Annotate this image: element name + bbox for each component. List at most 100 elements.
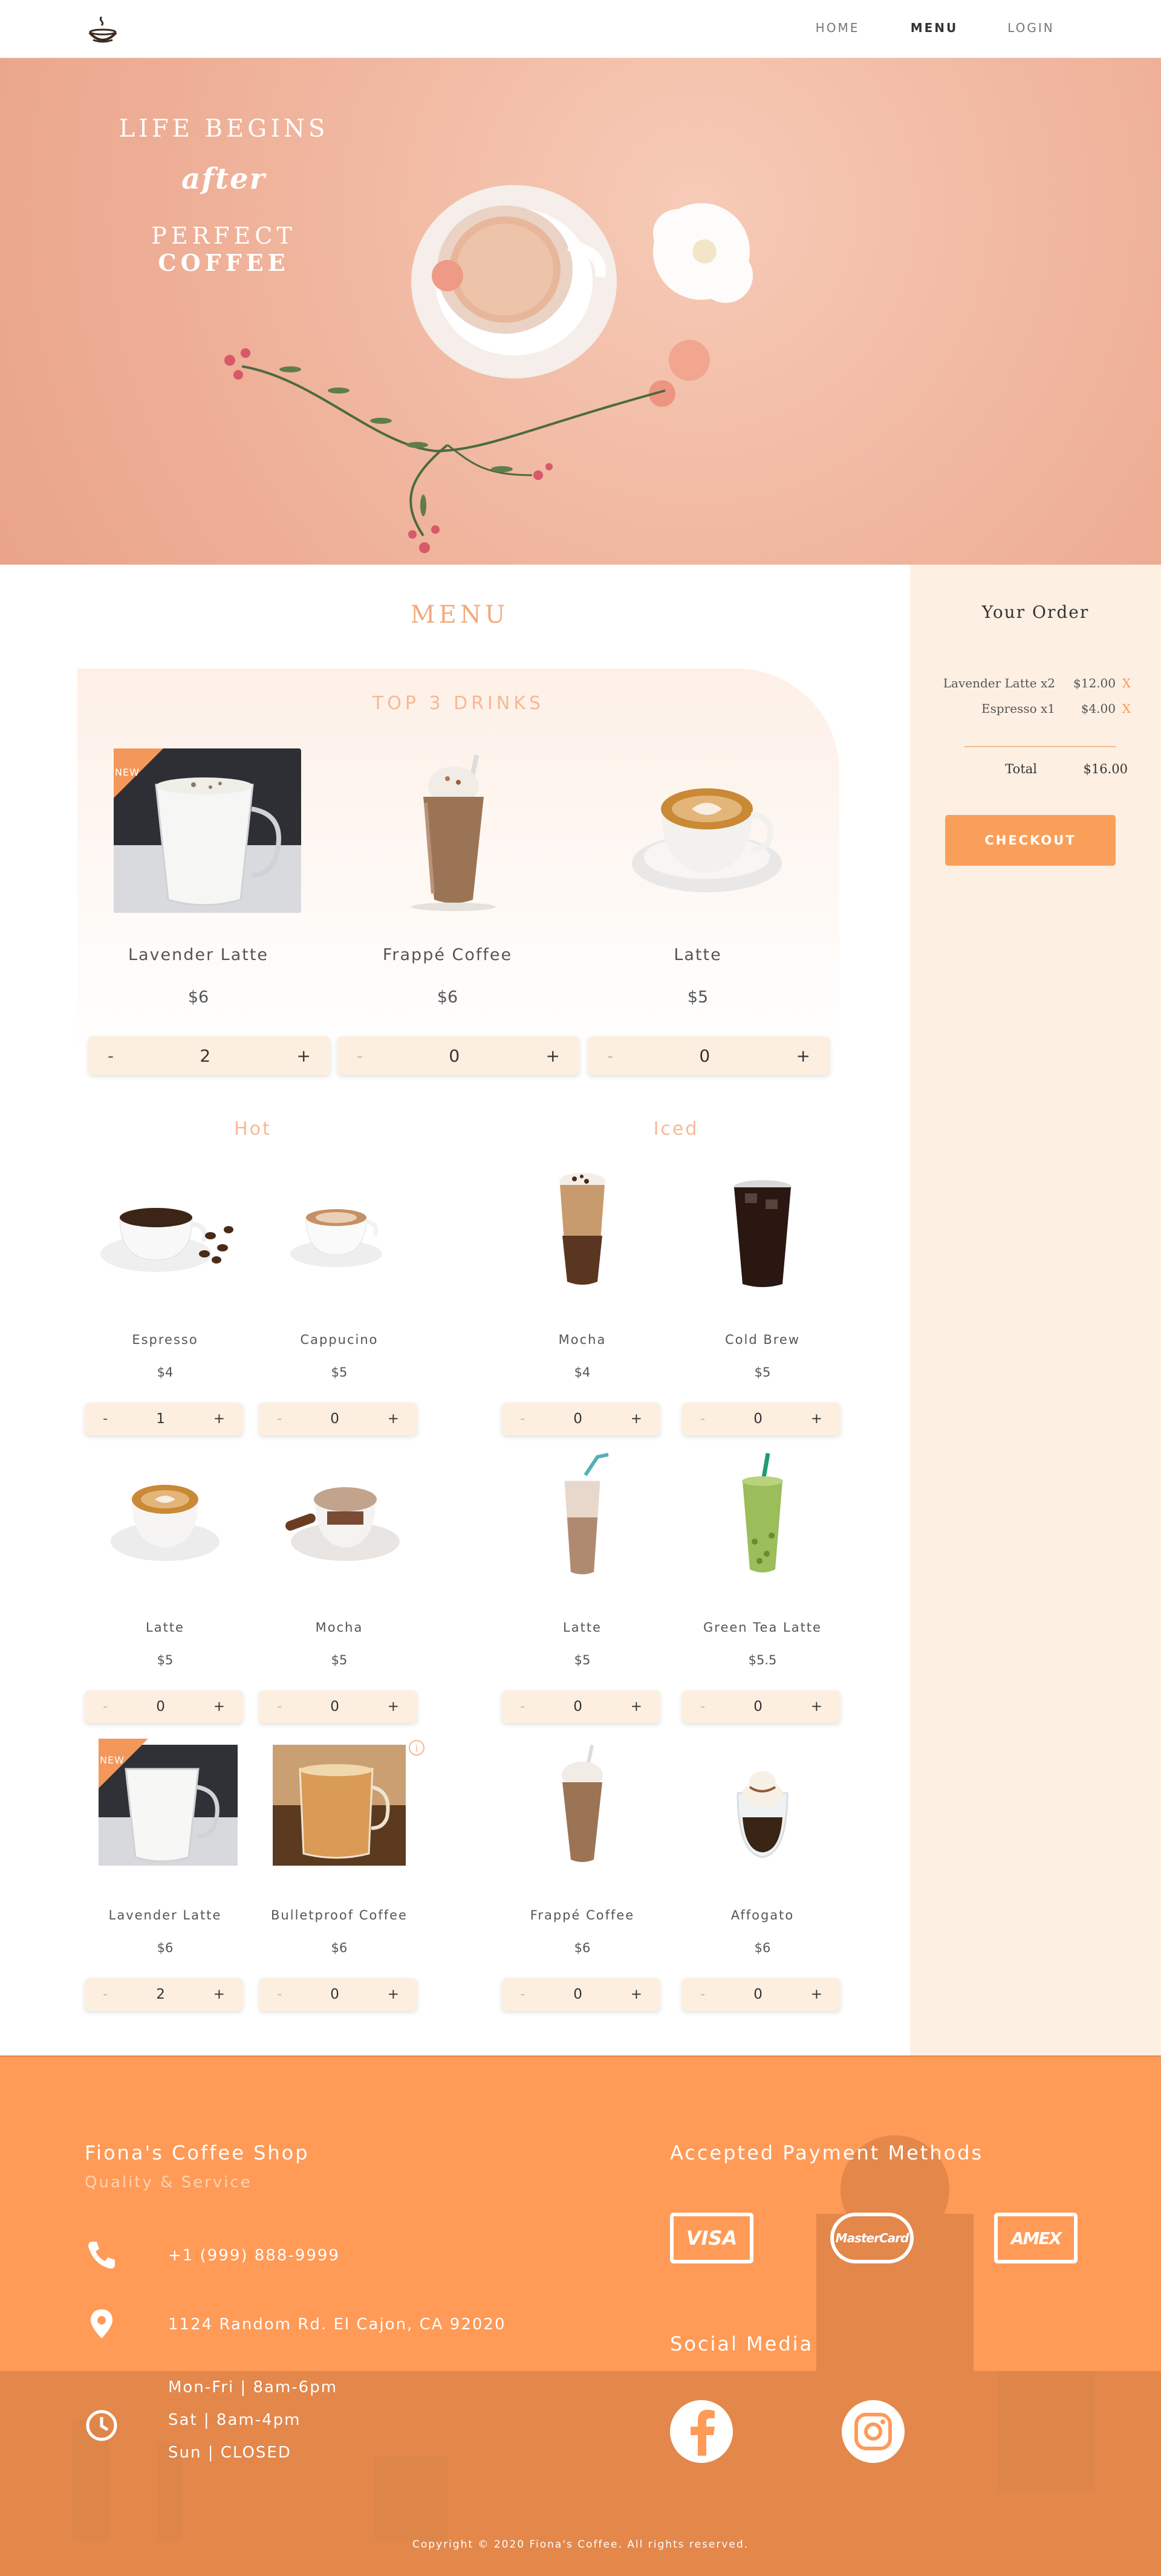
menu-item-price: $5 (754, 1365, 771, 1380)
menu-item-name: Mocha (558, 1332, 607, 1347)
menu-item-name: Affogato (730, 1908, 795, 1922)
menu-item-name: Latte (146, 1620, 184, 1635)
increment-button[interactable]: + (796, 1046, 810, 1066)
increment-button[interactable]: + (811, 1987, 822, 2002)
latte-image[interactable] (613, 748, 801, 913)
copyright-text: Copyright © 2020 Fiona's Coffee. All rig… (412, 2539, 749, 2551)
iced-mocha-image[interactable] (507, 1163, 658, 1302)
frappe-coffee-image[interactable] (507, 1739, 658, 1878)
menu-section: MENU TOP 3 DRINKS NEW Lavender Latte $6 … (0, 565, 910, 2055)
order-total-value: $16.00 (1083, 762, 1128, 776)
nav-home-link[interactable]: HOME (789, 21, 886, 35)
increment-button[interactable]: + (811, 1699, 822, 1715)
menu-item-iced-frappe-coffee: Frappé Coffee $6 - 0 + (501, 1739, 670, 2011)
decrement-button[interactable]: - (700, 1699, 705, 1715)
decrement-button[interactable]: - (103, 1987, 108, 2002)
checkout-button[interactable]: CHECKOUT (945, 815, 1116, 866)
decrement-button[interactable]: - (520, 1411, 525, 1427)
increment-button[interactable]: + (811, 1411, 822, 1427)
new-badge-label: NEW (100, 1754, 125, 1766)
remove-item-button[interactable]: X (1116, 701, 1131, 716)
menu-item-name: Espresso (132, 1332, 198, 1347)
quantity-stepper: - 0 + (588, 1036, 830, 1075)
menu-item-price: $5 (574, 1653, 591, 1667)
menu-item-price: $6 (157, 1941, 174, 1955)
increment-button[interactable]: + (388, 1987, 399, 2002)
nav-login-link[interactable]: LOGIN (983, 21, 1079, 35)
menu-item-name: Frappé Coffee (530, 1908, 635, 1922)
decrement-button[interactable]: - (700, 1411, 705, 1427)
quantity-value: 0 (330, 1987, 339, 2002)
facebook-icon[interactable] (670, 2400, 733, 2463)
increment-button[interactable]: + (631, 1987, 642, 2002)
latte-image[interactable] (89, 1451, 241, 1590)
affogato-image[interactable] (687, 1739, 838, 1878)
footer-address: 1124 Random Rd. El Cajon, CA 92020 (168, 2315, 506, 2334)
decrement-button[interactable]: - (357, 1046, 363, 1066)
footer-shop-name: Fiona's Coffee Shop (85, 2141, 310, 2164)
remove-item-button[interactable]: X (1116, 676, 1131, 690)
top3-title: TOP 3 DRINKS (372, 693, 545, 714)
order-total-row: Total $16.00 (934, 762, 1143, 776)
quantity-stepper: - 0 + (682, 1978, 841, 2011)
footer-phone[interactable]: +1 (999) 888-9999 (168, 2239, 340, 2272)
decrement-button[interactable]: - (277, 1987, 282, 2002)
menu-item-price: $6 (574, 1941, 591, 1955)
footer-hours-sunday: Sun | CLOSED (168, 2444, 291, 2462)
info-icon[interactable]: i (408, 1739, 426, 1757)
iced-latte-image[interactable] (507, 1451, 658, 1590)
frappe-coffee-image[interactable] (363, 748, 550, 913)
espresso-image[interactable] (89, 1163, 241, 1302)
mocha-image[interactable] (264, 1451, 415, 1590)
decrement-button[interactable]: - (108, 1046, 114, 1066)
decrement-button[interactable]: - (607, 1046, 613, 1066)
quantity-value: 0 (573, 1699, 582, 1715)
decrement-button[interactable]: - (520, 1699, 525, 1715)
decrement-button[interactable]: - (103, 1411, 108, 1427)
quantity-stepper: - 1 + (85, 1403, 243, 1435)
menu-title: MENU (410, 601, 509, 629)
order-line-item: Espresso x1 $4.00 X (934, 701, 1143, 716)
increment-button[interactable]: + (388, 1699, 399, 1715)
quantity-value: 0 (573, 1411, 582, 1427)
increment-button[interactable]: + (546, 1046, 560, 1066)
quantity-value: 0 (573, 1987, 582, 2002)
quantity-stepper: - 2 + (88, 1036, 330, 1075)
green-tea-latte-image[interactable] (687, 1451, 838, 1590)
menu-item-price: $4 (574, 1365, 591, 1380)
quantity-stepper: - 2 + (85, 1978, 243, 2011)
instagram-icon[interactable] (842, 2400, 905, 2463)
cold-brew-image[interactable] (687, 1163, 838, 1302)
decrement-button[interactable]: - (277, 1699, 282, 1715)
menu-item-iced-green-tea-latte: Green Tea Latte $5.5 - 0 + (681, 1451, 850, 1723)
quantity-stepper: - 0 + (682, 1403, 841, 1435)
increment-button[interactable]: + (213, 1411, 225, 1427)
decrement-button[interactable]: - (700, 1987, 705, 2002)
decrement-button[interactable]: - (277, 1411, 282, 1427)
menu-item-iced-latte: Latte $5 - 0 + (501, 1451, 670, 1723)
menu-item-hot-lavender-latte: NEW Lavender Latte $6 - 2 + (83, 1739, 253, 2011)
info-icon-glyph: i (415, 1742, 418, 1754)
increment-button[interactable]: + (213, 1987, 225, 2002)
cappucino-image[interactable] (264, 1163, 415, 1302)
menu-item-price: $5 (331, 1653, 348, 1667)
hero-banner: LIFE BEGINS after PERFECT COFFEE (0, 58, 1161, 565)
menu-item-name: Cappucino (300, 1332, 379, 1347)
quantity-stepper: - 0 + (259, 1978, 417, 2011)
increment-button[interactable]: + (631, 1699, 642, 1715)
nav-menu-link[interactable]: MENU (886, 21, 983, 35)
order-item-name: Lavender Latte x2 (943, 676, 1055, 690)
amex-icon: AMEX (994, 2213, 1078, 2263)
increment-button[interactable]: + (631, 1411, 642, 1427)
increment-button[interactable]: + (213, 1699, 225, 1715)
decrement-button[interactable]: - (103, 1699, 108, 1715)
quantity-stepper: - 0 + (259, 1403, 417, 1435)
footer-hours-weekday: Mon-Fri | 8am-6pm (168, 2378, 338, 2396)
increment-button[interactable]: + (388, 1411, 399, 1427)
clock-icon (86, 2410, 117, 2441)
menu-item-price: $5 (157, 1653, 174, 1667)
increment-button[interactable]: + (297, 1046, 311, 1066)
decrement-button[interactable]: - (520, 1987, 525, 2002)
coffee-cup-logo-icon[interactable] (85, 12, 121, 48)
bulletproof-coffee-image[interactable] (264, 1739, 415, 1878)
